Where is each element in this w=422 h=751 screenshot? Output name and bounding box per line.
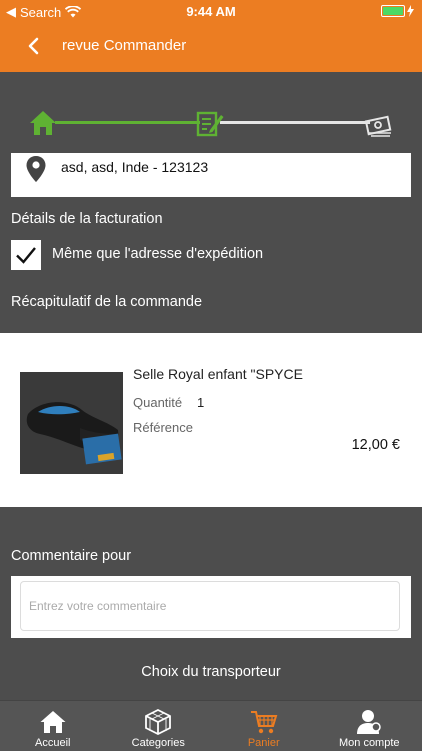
user-icon [355,709,383,735]
shipping-address-card[interactable]: asd, asd, Inde - 123123 [11,153,411,197]
checkmark-icon [11,240,41,270]
progress-line-pending [220,121,370,124]
quantity-label: Quantité [133,395,182,410]
product-name: Selle Royal enfant "SPYCE [133,366,303,382]
comment-input[interactable] [20,581,400,631]
battery-icon [381,5,405,17]
tab-label: Categories [132,737,185,749]
cart-icon [250,709,278,735]
battery-indicator [381,5,414,17]
edit-icon [196,109,224,137]
back-arrow-icon[interactable] [22,34,46,58]
tab-categories[interactable]: Categories [106,701,212,751]
clock: 9:44 AM [0,4,422,19]
tab-panier[interactable]: Panier [211,701,317,751]
status-bar: ◀ Search 9:44 AM [0,0,422,22]
page-title: revue Commander [62,37,186,54]
comment-heading: Commentaire pour [11,548,131,564]
same-as-shipping-checkbox[interactable] [11,240,41,270]
reference-label: Référence [133,420,193,435]
tab-label: Panier [248,737,280,749]
carrier-choice-heading[interactable]: Choix du transporteur [0,664,422,680]
order-summary-heading: Récapitulatif de la commande [11,294,202,310]
saddle-image [20,372,123,474]
tab-bar: Accueil Categories Panier Mon compte [0,700,422,751]
comment-container [11,576,411,638]
quantity-value: 1 [197,395,204,410]
order-item-card[interactable]: Selle Royal enfant "SPYCE Quantité 1 Réf… [0,333,422,507]
tab-accueil[interactable]: Accueil [0,701,106,751]
payment-icon [364,109,392,137]
tab-label: Accueil [35,737,70,749]
home-icon [29,109,57,137]
home-icon [39,709,67,735]
progress-line-done [55,121,200,124]
nav-bar: revue Commander [0,22,422,72]
location-pin-icon [25,155,47,183]
checkout-progress [0,72,422,152]
tab-mon-compte[interactable]: Mon compte [317,701,422,751]
product-image [20,372,123,474]
product-price: 12,00 € [352,437,400,453]
billing-heading: Détails de la facturation [11,211,163,227]
cube-icon [144,709,172,735]
tab-label: Mon compte [339,737,400,749]
charging-bolt-icon [407,5,414,17]
same-as-shipping-label[interactable]: Même que l'adresse d'expédition [52,246,263,262]
shipping-address-text: asd, asd, Inde - 123123 [61,159,208,175]
